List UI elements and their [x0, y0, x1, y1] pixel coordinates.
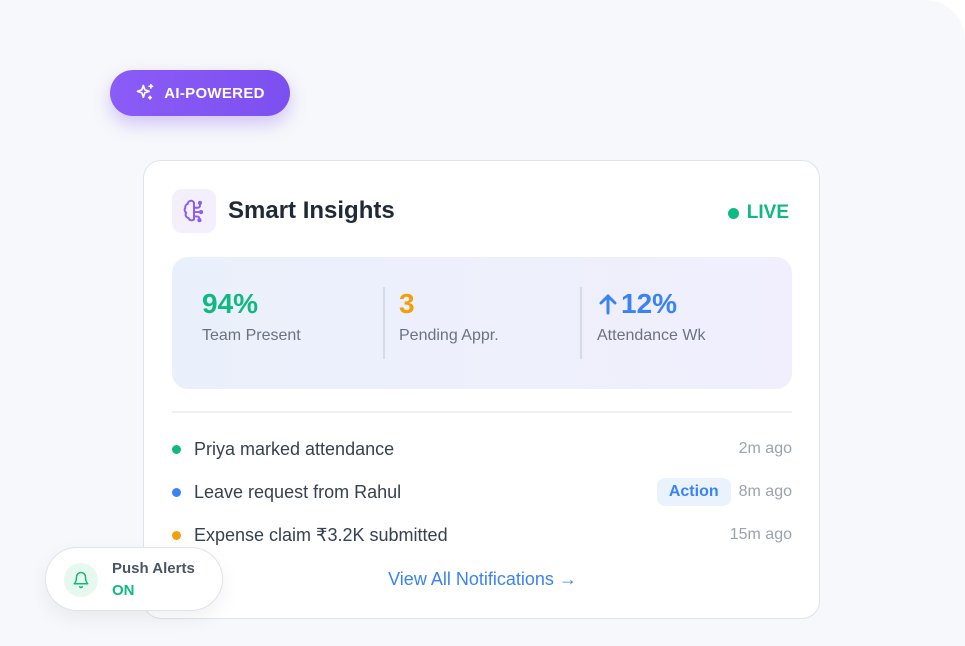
action-button[interactable]: Action	[656, 478, 731, 506]
status-dot-icon	[172, 487, 181, 497]
live-dot-icon	[727, 207, 739, 219]
card-icon-tile	[172, 189, 216, 233]
status-dot-icon	[172, 444, 181, 454]
view-all-notifications-link[interactable]: View All Notifications →	[144, 569, 821, 590]
stat-value: 3	[399, 288, 415, 319]
notification-text: Priya marked attendance	[194, 438, 395, 459]
sparkles-icon	[136, 83, 154, 100]
notification-item[interactable]: Leave request from Rahul Action 8m ago	[172, 477, 792, 507]
live-label: LIVE	[746, 202, 789, 223]
stat-divider	[383, 287, 385, 359]
stat-value-wrapper: 12%	[597, 289, 706, 319]
stat-pending-approvals: 3 Pending Appr.	[399, 289, 499, 345]
brain-icon	[183, 199, 204, 223]
stat-value: 94%	[202, 288, 259, 319]
stat-label: Pending Appr.	[399, 327, 499, 344]
notification-time: 15m ago	[729, 526, 792, 543]
arrow-up-icon	[599, 294, 617, 315]
card-title: Smart Insights	[228, 197, 395, 224]
stat-attendance-week: 12% Attendance Wk	[597, 289, 706, 345]
status-dot-icon	[172, 530, 181, 540]
push-alerts-label: Push Alerts	[112, 560, 195, 577]
bell-icon-tile	[64, 563, 98, 597]
stat-divider	[580, 287, 582, 359]
stat-label: Attendance Wk	[597, 327, 706, 344]
notification-item[interactable]: Expense claim ₹3.2K submitted 15m ago	[172, 520, 792, 550]
push-alerts-toggle[interactable]: Push Alerts ON	[45, 547, 223, 611]
stat-team-present: 94% Team Present	[202, 289, 301, 345]
stats-panel: 94% Team Present 3 Pending Appr. 12% Att…	[172, 257, 792, 389]
notification-text: Leave request from Rahul	[194, 481, 402, 502]
notification-time: 2m ago	[738, 440, 792, 457]
stat-value: 12%	[621, 288, 678, 319]
notification-item[interactable]: Priya marked attendance 2m ago	[172, 434, 792, 464]
notification-time: 8m ago	[738, 483, 792, 500]
notification-text: Expense claim ₹3.2K submitted	[194, 524, 448, 545]
ai-powered-label: AI-POWERED	[164, 84, 265, 102]
push-alerts-state: ON	[112, 582, 135, 599]
ai-powered-badge: AI-POWERED	[110, 70, 290, 116]
smart-insights-card: Smart Insights LIVE 94% Team Present 3 P…	[143, 160, 820, 619]
section-divider	[172, 411, 792, 413]
live-indicator: LIVE	[727, 202, 789, 224]
bell-icon	[73, 571, 89, 589]
stat-label: Team Present	[202, 327, 301, 344]
